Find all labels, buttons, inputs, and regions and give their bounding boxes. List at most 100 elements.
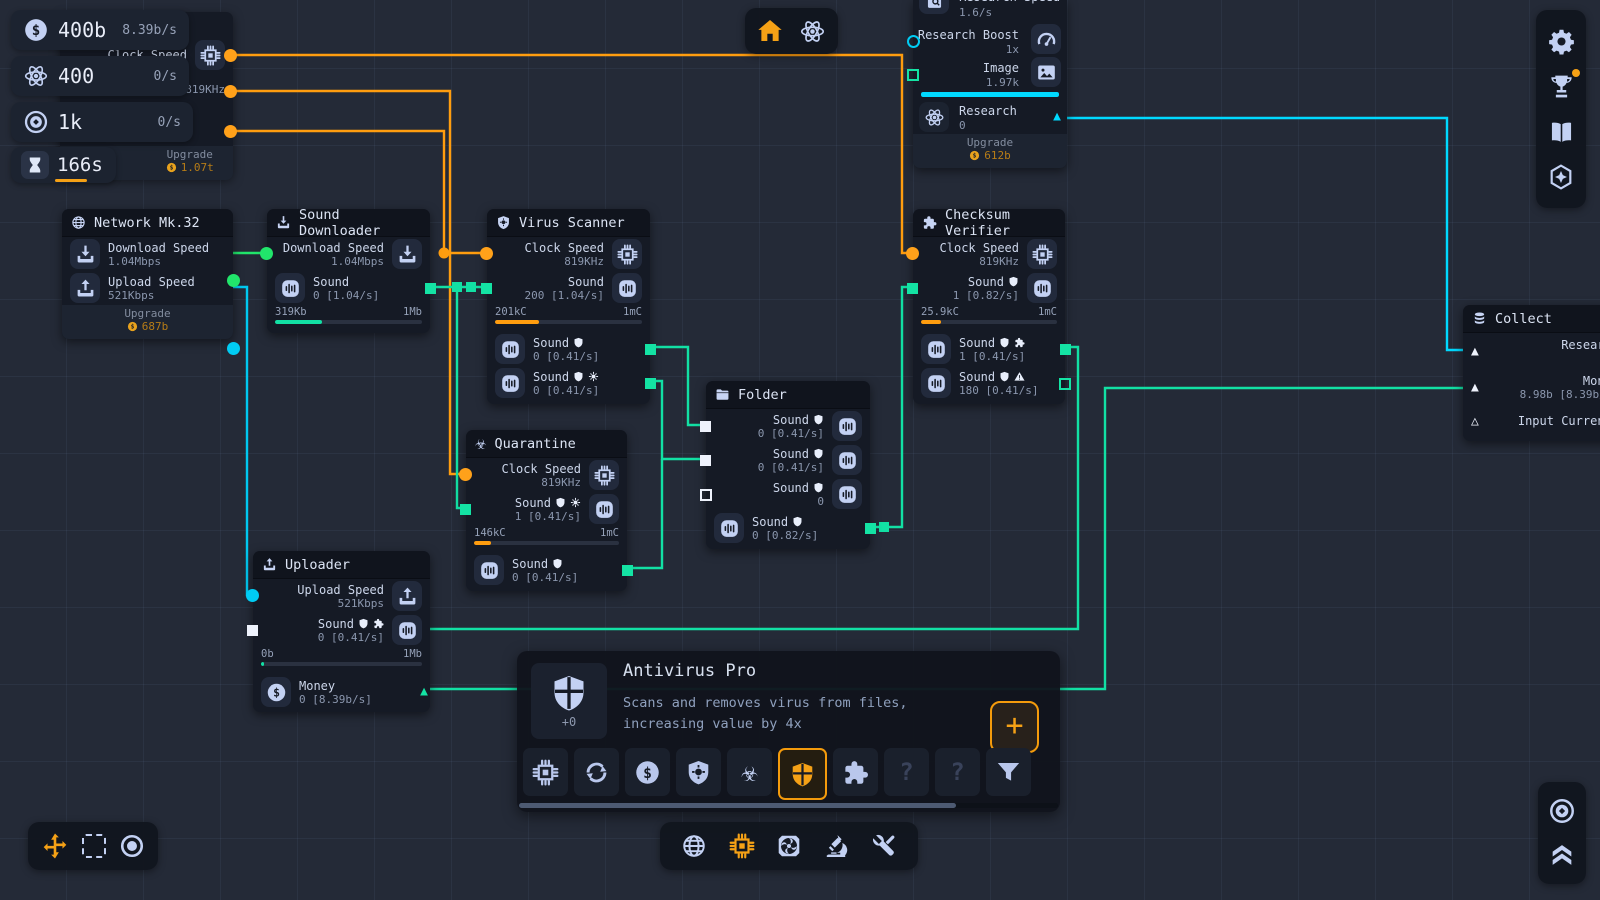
- node-collect[interactable]: Collect ▲ Research0 ▲ Money8.98b [8.39b/…: [1463, 305, 1600, 441]
- atom-tab[interactable]: [796, 14, 830, 48]
- settings-button[interactable]: [1548, 28, 1575, 55]
- shop-item-money[interactable]: [625, 748, 670, 796]
- focus-tool[interactable]: [119, 833, 145, 859]
- port-clock-out-2[interactable]: [224, 85, 237, 98]
- codex-button[interactable]: [1548, 119, 1575, 146]
- dock-tools-tab[interactable]: [871, 833, 897, 859]
- port-sound-out[interactable]: [622, 565, 633, 576]
- port-money-in[interactable]: ▲: [1471, 381, 1479, 394]
- port-clock-in[interactable]: [480, 247, 493, 260]
- research-input-row: ▲ Research0: [1471, 337, 1600, 359]
- port-research-in[interactable]: ▲: [1471, 345, 1479, 358]
- chip-icon: [195, 40, 225, 70]
- port-sound-in[interactable]: [247, 625, 258, 636]
- node-uploader[interactable]: Uploader Upload Speed 521Kbps Sound 0 [0.4…: [246, 551, 430, 712]
- achievements-button[interactable]: [1548, 69, 1580, 100]
- port-clock-out-1[interactable]: [224, 49, 237, 62]
- home-tab[interactable]: [753, 14, 787, 48]
- port-clock-in[interactable]: [906, 247, 919, 260]
- shield-virus-icon: [496, 215, 511, 230]
- port-clock-in[interactable]: [459, 468, 472, 481]
- warning-badge-icon: [1014, 371, 1025, 382]
- node-folder[interactable]: Folder Sound 0 [0.41/s] Sound 0 [0.41/s] S…: [700, 381, 876, 549]
- coin-icon: [127, 321, 138, 332]
- shop-item-processor[interactable]: [523, 748, 568, 796]
- port-clock-out-3[interactable]: [224, 125, 237, 138]
- dock-cooling-tab[interactable]: [776, 833, 802, 859]
- upgrade-button[interactable]: Upgrade 612b: [913, 134, 1067, 168]
- node-title: Quarantine: [494, 435, 576, 452]
- node-checksum-verifier[interactable]: Checksum Verifier Clock Speed 819KHz Soun…: [906, 207, 1071, 404]
- collapse-button[interactable]: [1548, 841, 1576, 869]
- virus-badge-icon: [570, 497, 581, 508]
- port-sound-in-2[interactable]: [700, 455, 711, 466]
- recenter-button[interactable]: [1548, 797, 1576, 825]
- gems-button[interactable]: [1548, 164, 1574, 190]
- money-input-row: ▲ Money8.98b [8.39b/s]: [1471, 373, 1600, 401]
- port-sound-corrupt-out[interactable]: [1059, 378, 1071, 390]
- port-download-in[interactable]: [260, 247, 273, 260]
- research-output-label: Research: [959, 104, 1017, 118]
- capacity-progress: 146kC 1mC: [466, 526, 627, 553]
- port-boost-in[interactable]: [907, 35, 920, 48]
- shop-item-antivirus[interactable]: [778, 748, 827, 800]
- port-upload-in[interactable]: [246, 589, 259, 602]
- port-sound-out[interactable]: [425, 283, 436, 294]
- port-sound-in[interactable]: [907, 283, 918, 294]
- upgrade-button[interactable]: Upgrade 1.07t: [146, 146, 233, 180]
- port-currency-in[interactable]: △: [1471, 415, 1479, 428]
- buy-button[interactable]: +: [990, 701, 1039, 753]
- sound-input-row: Sound 1 [0.82/s]: [907, 271, 1065, 305]
- dock-network-tab[interactable]: [681, 833, 707, 859]
- timer-pill: 166s: [11, 147, 116, 183]
- clipboard-search-icon: [919, 0, 949, 14]
- port-sound-in-3[interactable]: [700, 489, 712, 501]
- download-speed-row: Download Speed 1.04Mbps: [62, 237, 240, 287]
- upload-speed-row: Upload Speed 521Kbps: [62, 271, 240, 355]
- port-sound-out[interactable]: [865, 523, 876, 534]
- category-dock: [660, 822, 918, 870]
- port-sound-clean-out[interactable]: [645, 344, 656, 355]
- port-sound-verified-out[interactable]: [1060, 344, 1071, 355]
- sound-icon: [832, 445, 862, 475]
- node-research[interactable]: Research Speed 1.6/s Research Boost 1x I…: [907, 0, 1067, 168]
- port-image-in[interactable]: [907, 69, 919, 81]
- upgrade-button[interactable]: Upgrade 687b: [62, 305, 233, 339]
- shield-badge-icon: [792, 516, 803, 527]
- port-sound-in-1[interactable]: [700, 421, 711, 432]
- shop-item-checksum[interactable]: [833, 748, 878, 796]
- shop-item-quarantine[interactable]: ☣: [727, 748, 772, 796]
- image-icon: [1031, 57, 1061, 87]
- shop-scrollbar-thumb[interactable]: [519, 803, 956, 808]
- dock-research-tab[interactable]: [823, 833, 849, 859]
- port-download-out[interactable]: [227, 274, 240, 287]
- port-research-out[interactable]: ▲: [1053, 110, 1061, 123]
- move-tool[interactable]: [41, 832, 69, 860]
- data-value: 1k: [58, 110, 83, 134]
- node-sound-downloader[interactable]: Sound Downloader Download Speed 1.04Mbps …: [260, 207, 436, 333]
- biohazard-icon: ☣: [475, 432, 487, 454]
- sound-icon: [832, 411, 862, 441]
- port-sound-in[interactable]: [481, 283, 492, 294]
- node-network[interactable]: Network Mk.32 Download Speed 1.04Mbps Upl…: [62, 209, 240, 355]
- dock-hardware-tab[interactable]: [729, 833, 755, 859]
- shield-badge-icon: [999, 371, 1010, 382]
- shop-item-sync[interactable]: [574, 748, 619, 796]
- port-money-out[interactable]: ▲: [420, 685, 428, 698]
- shop-filter-button[interactable]: [986, 748, 1031, 796]
- port-sound-virus-out[interactable]: [645, 378, 656, 389]
- shop-scrollbar[interactable]: [519, 803, 1058, 808]
- sound-output-row: Sound 0 [0.41/s]: [487, 332, 656, 366]
- sound-icon: [612, 273, 642, 303]
- sound-verified-output-row: Sound 1 [0.41/s]: [913, 332, 1071, 366]
- select-tool[interactable]: [82, 834, 106, 858]
- port-upload-out[interactable]: [227, 342, 240, 355]
- sound-icon: [921, 368, 951, 398]
- node-title: Uploader: [285, 556, 351, 573]
- shop-item-virus-scanner[interactable]: [676, 748, 721, 796]
- wire-junction-square: [466, 282, 476, 292]
- port-sound-in[interactable]: [460, 504, 471, 515]
- shield-quad-icon: [549, 673, 589, 713]
- node-quarantine[interactable]: ☣ Quarantine Clock Speed 819KHz Sound 1 [0.…: [459, 430, 633, 591]
- node-virus-scanner[interactable]: Virus Scanner Clock Speed 819KHz Sound 200…: [480, 209, 656, 404]
